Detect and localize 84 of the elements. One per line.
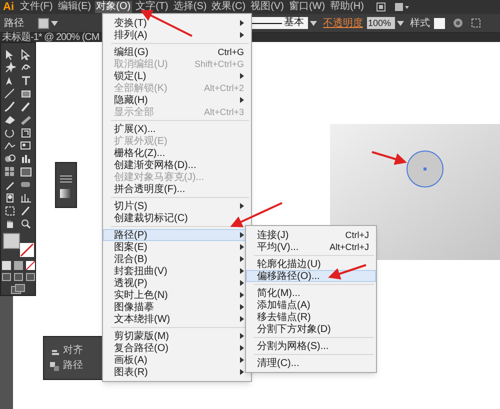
- tool-icon[interactable]: [4, 114, 16, 125]
- tool-icon[interactable]: [4, 127, 16, 138]
- menu-item[interactable]: 图表(R): [103, 366, 251, 378]
- tool-icon[interactable]: [4, 62, 16, 73]
- panel-tab[interactable]: 路径: [63, 360, 83, 372]
- fill-swatch[interactable]: [38, 18, 49, 28]
- fill-color-swatch[interactable]: [3, 233, 20, 249]
- tool-icon[interactable]: [20, 153, 32, 164]
- document-tab[interactable]: 未标题-1* @ 200% (CM: [2, 33, 100, 42]
- app-logo: Ai: [3, 1, 14, 13]
- stroke-line-icon: [252, 22, 282, 24]
- stroke-profile-label: 基本: [284, 17, 304, 29]
- tool-icon[interactable]: [20, 140, 32, 151]
- tool-icon[interactable]: [4, 153, 16, 164]
- menu-item[interactable]: 帮助(H): [329, 1, 365, 13]
- tool-icon[interactable]: [20, 127, 32, 138]
- tool-icon[interactable]: [20, 62, 32, 73]
- style-label: 样式: [410, 16, 430, 30]
- submenu-arrow-icon: [240, 97, 244, 103]
- tool-icon[interactable]: [20, 49, 32, 60]
- menu-item[interactable]: 选择(S): [172, 1, 208, 13]
- menu-item[interactable]: 对象(O): [95, 1, 132, 13]
- align-icon[interactable]: [471, 18, 483, 28]
- tool-icon[interactable]: [20, 75, 32, 86]
- pathfinder-icon[interactable]: [50, 362, 59, 370]
- menu-item[interactable]: 创建裁切标记(C): [103, 212, 251, 224]
- submenu-arrow-icon: [240, 203, 244, 209]
- annotation-arrow: [372, 151, 407, 165]
- menu-item[interactable]: 排列(A): [103, 29, 251, 41]
- stroke-none-swatch[interactable]: [20, 243, 34, 257]
- tool-icon[interactable]: [20, 166, 32, 177]
- screen-mode-icon[interactable]: [11, 284, 25, 294]
- bridge-icon[interactable]: [376, 2, 386, 12]
- menu-item[interactable]: 隐藏(H): [103, 94, 251, 106]
- submenu-arrow-icon: [240, 73, 244, 79]
- recolor-icon[interactable]: [453, 18, 463, 28]
- menu-item[interactable]: 锁定(L): [103, 70, 251, 82]
- dropdown-icon[interactable]: [51, 20, 58, 26]
- menu-item[interactable]: 创建渐变网格(D)...: [103, 159, 251, 171]
- tool-icon[interactable]: [4, 88, 16, 99]
- selected-circle: [406, 150, 444, 188]
- menu-item[interactable]: 栅格化(Z)...: [103, 147, 251, 159]
- menu-item[interactable]: 窗口(W): [288, 1, 326, 13]
- style-swatch[interactable]: [434, 18, 445, 28]
- stroke-profile-field[interactable]: 基本: [250, 17, 308, 29]
- annotation-arrow: [328, 264, 366, 280]
- gradient-icon[interactable]: [60, 189, 72, 198]
- tool-icon[interactable]: [20, 205, 32, 216]
- tool-icon[interactable]: [4, 205, 16, 216]
- menu-item[interactable]: 偏移路径(O)...: [246, 270, 376, 282]
- tool-icon[interactable]: [20, 179, 32, 190]
- menu-item[interactable]: 扩展(X)...: [103, 123, 251, 135]
- tool-icon[interactable]: [20, 192, 32, 203]
- tool-icon[interactable]: [4, 166, 16, 177]
- tool-icon[interactable]: [20, 114, 32, 125]
- menu-item[interactable]: 拼合透明度(F)...: [103, 183, 251, 195]
- menu-item[interactable]: 切片(S): [103, 200, 251, 212]
- dropdown-icon[interactable]: [310, 20, 317, 26]
- dropdown-icon[interactable]: [397, 20, 404, 26]
- tool-icon[interactable]: [4, 192, 16, 203]
- color-mode-icon[interactable]: [2, 261, 10, 270]
- tool-icon[interactable]: [4, 179, 16, 190]
- tool-icon[interactable]: [20, 218, 32, 229]
- menu-item[interactable]: 文件(F): [19, 1, 54, 13]
- menu-item[interactable]: 视图(V): [250, 1, 285, 13]
- opacity-link[interactable]: 不透明度: [323, 16, 363, 30]
- none-mode-icon[interactable]: [26, 261, 34, 270]
- tool-icon[interactable]: [4, 218, 16, 229]
- tool-icon[interactable]: [4, 101, 16, 112]
- lines-icon[interactable]: [60, 175, 72, 183]
- menu-item[interactable]: 编辑(E): [56, 1, 92, 13]
- opacity-field[interactable]: 100%: [367, 17, 395, 29]
- tool-icon[interactable]: [4, 140, 16, 151]
- menu-item[interactable]: 变换(T): [103, 17, 251, 29]
- menu-item[interactable]: 文字(T): [134, 1, 170, 13]
- gradient-mode-icon[interactable]: [14, 261, 22, 270]
- tool-icon[interactable]: [20, 101, 32, 112]
- menu-item[interactable]: 效果(C): [210, 1, 247, 13]
- menu-item[interactable]: 编组(G) Ctrl+G: [103, 46, 251, 58]
- panel-tab[interactable]: 对齐: [63, 345, 83, 357]
- tool-icon[interactable]: [20, 88, 32, 99]
- annotation-arrow: [230, 202, 282, 228]
- arrange-icon[interactable]: [394, 2, 409, 12]
- selection-label: 路径: [4, 16, 24, 30]
